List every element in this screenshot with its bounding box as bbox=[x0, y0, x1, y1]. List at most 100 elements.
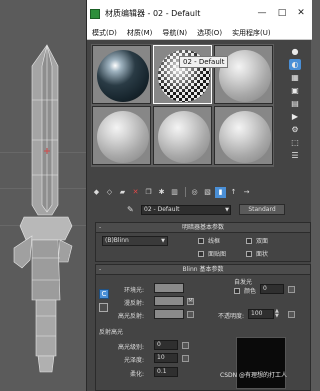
maximize-button[interactable]: □ bbox=[277, 8, 287, 18]
ambient-label: 环境光: bbox=[124, 287, 145, 294]
side-toolbar: ● ◐ ▦ ▣ ▤ ▶ ⚙ ⬚ ☰ bbox=[285, 44, 305, 169]
two-sided-checkbox[interactable]: 双面 bbox=[246, 236, 268, 245]
material-slot[interactable] bbox=[153, 106, 212, 165]
face-map-checkbox[interactable]: 面贴图 bbox=[198, 249, 226, 258]
faceted-label: 面状 bbox=[256, 251, 269, 258]
eyedropper-icon[interactable]: ✎ bbox=[127, 205, 137, 215]
material-type-button[interactable]: Standard bbox=[239, 204, 285, 215]
sample-type-icon[interactable]: ● bbox=[289, 46, 301, 57]
checkbox-box bbox=[246, 250, 252, 257]
checkbox-box bbox=[198, 250, 204, 257]
specular-highlights-header: 反射高光 bbox=[99, 329, 124, 336]
diffuse-map-button[interactable]: M bbox=[187, 298, 194, 305]
material-map-navigator-icon[interactable]: ☰ bbox=[289, 150, 301, 161]
material-name-value: 02 - Default bbox=[144, 205, 180, 213]
sword-model[interactable] bbox=[0, 0, 86, 391]
make-unique-icon[interactable]: ✱ bbox=[156, 187, 167, 198]
reset-map-icon[interactable]: ✕ bbox=[130, 187, 141, 198]
background-icon[interactable]: ▦ bbox=[289, 72, 301, 83]
menu-options[interactable]: 选项(O) bbox=[192, 28, 227, 38]
soften-label: 柔化: bbox=[130, 371, 145, 378]
collapse-icon: - bbox=[99, 224, 102, 231]
close-button[interactable]: ✕ bbox=[296, 8, 306, 18]
make-copy-icon[interactable]: ❐ bbox=[143, 187, 154, 198]
soften-value: 0.1 bbox=[157, 368, 167, 375]
menu-utilities[interactable]: 实用程序(U) bbox=[227, 28, 276, 38]
ambient-color-swatch[interactable] bbox=[154, 283, 184, 293]
uv-tiling-icon[interactable]: ▣ bbox=[289, 85, 301, 96]
rollout-header[interactable]: - 明暗器基本参数 bbox=[96, 223, 310, 233]
material-name-bar: ✎ 02 - Default ▼ Standard bbox=[127, 204, 309, 215]
opacity-value: 100 bbox=[251, 310, 263, 317]
show-in-viewport-icon[interactable]: ▧ bbox=[202, 187, 213, 198]
collapse-icon: - bbox=[99, 266, 102, 273]
shader-basic-rollout: - 明暗器基本参数 (B)Blinn ▼ 线框 双面 面贴图 面状 bbox=[95, 222, 311, 262]
wire-label: 线框 bbox=[208, 238, 221, 245]
default-sphere bbox=[158, 111, 210, 163]
self-illum-field[interactable]: 0 bbox=[260, 284, 284, 294]
opacity-spinner-arrows[interactable]: ▲ ▼ bbox=[275, 309, 280, 319]
watermark: CSDN @有理想的打工人 bbox=[220, 372, 288, 379]
specular-level-map-button[interactable] bbox=[182, 342, 189, 349]
select-by-material-icon[interactable]: ⬚ bbox=[289, 137, 301, 148]
menu-material[interactable]: 材质(M) bbox=[122, 28, 158, 38]
go-forward-sibling-icon[interactable]: → bbox=[241, 187, 252, 198]
checkbox-box bbox=[246, 237, 252, 244]
lock-ambient-diffuse-button[interactable]: C bbox=[99, 289, 109, 299]
specular-color-swatch[interactable] bbox=[154, 309, 184, 319]
self-illum-label: 自发光 bbox=[234, 279, 253, 286]
title-bar[interactable]: 材质编辑器 - 02 - Default — □ ✕ bbox=[87, 0, 312, 27]
material-slot-selected[interactable] bbox=[153, 45, 212, 104]
glossiness-map-button[interactable] bbox=[182, 355, 189, 362]
rollout-header[interactable]: - Blinn 基本参数 bbox=[96, 265, 310, 275]
put-to-scene-icon[interactable]: ◇ bbox=[104, 187, 115, 198]
material-name-field[interactable]: 02 - Default ▼ bbox=[141, 204, 231, 215]
video-check-icon[interactable]: ▤ bbox=[289, 98, 301, 109]
faceted-checkbox[interactable]: 面状 bbox=[246, 249, 268, 258]
rollout-title: 明暗器基本参数 bbox=[181, 224, 224, 231]
menu-mode[interactable]: 模式(D) bbox=[87, 28, 122, 38]
material-toolbar: ◆ ◇ ▰ ✕ ❐ ✱ ▥ ◎ ▧ ▮ ↑ → bbox=[91, 186, 283, 198]
material-slot[interactable] bbox=[92, 106, 151, 165]
show-end-result-icon[interactable]: ▮ bbox=[215, 186, 226, 198]
slot-tooltip: 02 - Default bbox=[179, 56, 229, 68]
specular-map-button[interactable] bbox=[187, 311, 194, 318]
window-title: 材质编辑器 - 02 - Default bbox=[105, 9, 201, 18]
glossiness-label: 光泽度: bbox=[124, 357, 145, 364]
checkbox-box bbox=[234, 287, 240, 294]
material-slot[interactable] bbox=[92, 45, 151, 104]
diffuse-color-swatch[interactable] bbox=[154, 296, 184, 306]
material-editor-icon bbox=[90, 8, 100, 19]
specular-highlight-curve-preview bbox=[236, 337, 286, 389]
make-preview-icon[interactable]: ▶ bbox=[289, 111, 301, 122]
backlight-icon[interactable]: ◐ bbox=[289, 59, 301, 70]
material-slot[interactable] bbox=[214, 106, 273, 165]
self-illum-map-button[interactable] bbox=[288, 286, 295, 293]
assign-to-selection-icon[interactable]: ▰ bbox=[117, 187, 128, 198]
put-to-library-icon[interactable]: ▥ bbox=[169, 187, 180, 198]
get-material-icon[interactable]: ◆ bbox=[91, 187, 102, 198]
two-sided-label: 双面 bbox=[256, 238, 269, 245]
opacity-map-button[interactable] bbox=[288, 311, 295, 318]
opacity-label: 不透明度: bbox=[218, 313, 245, 320]
menu-navigation[interactable]: 导航(N) bbox=[157, 28, 192, 38]
soften-field[interactable]: 0.1 bbox=[154, 367, 178, 377]
minimize-button[interactable]: — bbox=[257, 8, 267, 18]
material-id-icon[interactable]: ◎ bbox=[189, 187, 200, 198]
face-map-label: 面贴图 bbox=[208, 251, 227, 258]
specular-label: 高光反射: bbox=[118, 313, 145, 320]
diffuse-label: 漫反射: bbox=[124, 300, 145, 307]
specular-level-field[interactable]: 0 bbox=[154, 340, 178, 350]
lock-diffuse-specular-button[interactable] bbox=[99, 303, 108, 312]
go-to-parent-icon[interactable]: ↑ bbox=[228, 187, 239, 198]
rollout-title: Blinn 基本参数 bbox=[182, 266, 224, 273]
wire-checkbox[interactable]: 线框 bbox=[198, 236, 220, 245]
material-slot[interactable] bbox=[214, 45, 273, 104]
opacity-field[interactable]: 100 bbox=[248, 309, 274, 319]
self-illum-color-checkbox[interactable]: 颜色 bbox=[234, 286, 256, 295]
options-icon[interactable]: ⚙ bbox=[289, 124, 301, 135]
chevron-down-icon: ▼ bbox=[161, 238, 165, 244]
shader-type-dropdown[interactable]: (B)Blinn ▼ bbox=[102, 236, 168, 246]
specular-level-value: 0 bbox=[157, 341, 161, 348]
glossiness-field[interactable]: 10 bbox=[154, 353, 178, 363]
